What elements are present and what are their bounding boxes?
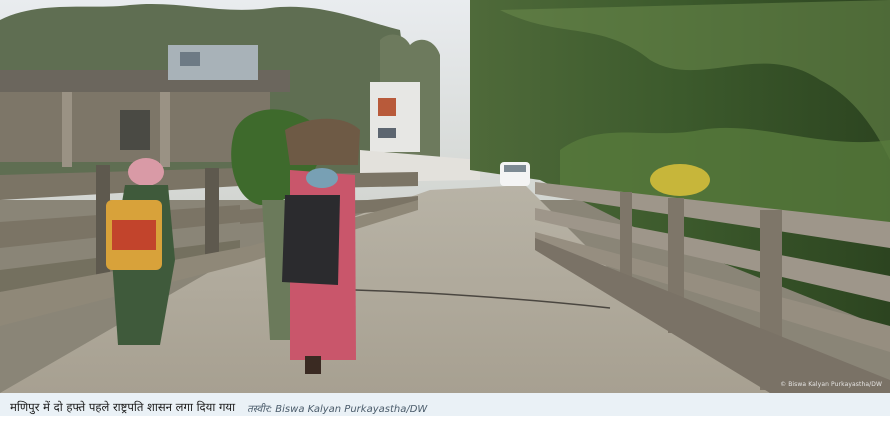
photo-credit-name: Biswa Kalyan Purkayastha/DW (275, 404, 428, 415)
building-window (378, 128, 396, 138)
yellow-leaves (650, 164, 710, 196)
caption-bar: मणिपुर में दो हफ्ते पहले राष्ट्रपति शासन… (0, 393, 890, 416)
bottom-whitespace (0, 416, 890, 436)
upper-house-window (180, 52, 200, 66)
car-windshield (504, 165, 526, 172)
building-window (378, 98, 396, 116)
house-pillar (62, 92, 72, 167)
news-photo: © Biswa Kalyan Purkayastha/DW (0, 0, 890, 393)
house-window (120, 110, 150, 150)
white-building (370, 82, 420, 152)
photo-illustration (0, 0, 890, 393)
photo-caption: मणिपुर में दो हफ्ते पहले राष्ट्रपति शासन… (10, 400, 236, 414)
firewood-bundle (285, 118, 360, 165)
photo-credit-label: तस्वीर: (247, 404, 273, 415)
house-pillar (160, 92, 170, 167)
photo-watermark: © Biswa Kalyan Purkayastha/DW (780, 381, 882, 388)
